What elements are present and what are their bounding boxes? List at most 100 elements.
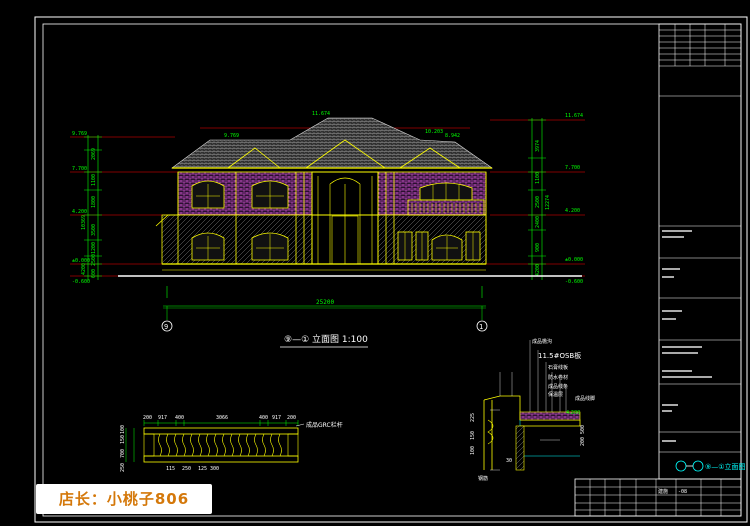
baluster <box>262 433 266 457</box>
baluster <box>182 433 186 457</box>
svg-text:±0.000: ±0.000 <box>565 257 583 263</box>
svg-text:150: 150 <box>120 435 126 444</box>
outer-frame <box>34 16 748 523</box>
left-dim-1: 1100 <box>91 174 97 186</box>
svg-text:225: 225 <box>470 413 476 422</box>
baluster <box>206 433 210 457</box>
right-dim-4: 900 <box>535 243 541 252</box>
svg-text:-0.600: -0.600 <box>565 279 583 285</box>
baluster-note: 成品GRC栏杆 <box>306 421 343 429</box>
right-dim-7: 12274 <box>545 195 551 210</box>
roof-level-3: 8.942 <box>445 133 460 139</box>
baluster <box>166 433 170 457</box>
left-dim-5: 2500 <box>91 254 97 266</box>
svg-text:-0.600: -0.600 <box>72 279 90 285</box>
svg-text:25200: 25200 <box>316 299 334 306</box>
watermark-number: 806 <box>154 490 190 508</box>
svg-text:100: 100 <box>120 425 126 434</box>
svg-text:成品线脚: 成品线脚 <box>575 395 595 402</box>
svg-text:成品檐沟: 成品檐沟 <box>532 338 552 345</box>
svg-text:⑨—① 立面图 1:100: ⑨—① 立面图 1:100 <box>284 333 368 345</box>
svg-text:700: 700 <box>120 449 126 458</box>
svg-text:500: 500 <box>580 425 586 434</box>
baluster <box>246 433 250 457</box>
sheet-title: ⑨—①立面图 <box>705 462 746 471</box>
svg-text:石膏线板: 石膏线板 <box>548 364 568 371</box>
svg-text:4.200: 4.200 <box>566 410 580 416</box>
svg-text:±0.000: ±0.000 <box>72 258 90 264</box>
baluster <box>270 433 274 457</box>
axis-left-label: 9 <box>164 323 168 331</box>
roof-level-1: 9.769 <box>224 133 239 139</box>
svg-text:300: 300 <box>210 466 219 472</box>
svg-text:200: 200 <box>287 415 296 421</box>
baluster <box>198 433 202 457</box>
baluster <box>190 433 194 457</box>
left-dim-3: 3500 <box>91 224 97 236</box>
svg-text:125: 125 <box>198 466 207 472</box>
baluster <box>230 433 234 457</box>
right-dim-5: 4200 <box>535 264 541 276</box>
baluster <box>214 433 218 457</box>
svg-text:11.674: 11.674 <box>565 113 583 119</box>
axis-right-label: 1 <box>479 323 483 331</box>
baluster <box>278 433 282 457</box>
svg-text:7.700: 7.700 <box>72 166 87 172</box>
axis-bubbles: 9 1 <box>161 306 488 332</box>
roof-level-2: 10.203 <box>425 129 443 135</box>
overall-dimension: 25200 <box>163 286 486 309</box>
watermark-label: 店长：小桃子806 <box>36 484 212 514</box>
right-level-marks: 11.674 7.700 4.200 ±0.000 -0.600 <box>565 113 583 285</box>
svg-text:400: 400 <box>259 415 268 421</box>
svg-text:917: 917 <box>272 415 281 421</box>
svg-text:200: 200 <box>143 415 152 421</box>
titleblock-label-1: 建施 <box>658 488 668 495</box>
baluster <box>222 433 226 457</box>
svg-text:200: 200 <box>580 437 586 446</box>
left-dim-0: 2069 <box>91 148 97 160</box>
left-dim-2: 1800 <box>91 196 97 208</box>
title-block: ⑨—①立面图 <box>658 23 746 480</box>
baluster <box>158 433 162 457</box>
svg-text:100: 100 <box>470 446 476 455</box>
svg-text:7.700: 7.700 <box>565 165 580 171</box>
svg-text:250: 250 <box>182 466 191 472</box>
svg-text:115: 115 <box>166 466 175 472</box>
left-dim-7: 600 <box>91 269 97 278</box>
roof-level-0: 11.674 <box>312 111 330 117</box>
baluster <box>174 433 178 457</box>
right-dim-3: 2400 <box>535 216 541 228</box>
baluster-detail: 200 917 400 3066 400 917 200 成品GRC栏杆 115… <box>120 415 343 472</box>
right-dim-2: 2500 <box>535 196 541 208</box>
svg-text:成品线条: 成品线条 <box>548 383 568 390</box>
bottom-title-strip: 建施 -08 <box>574 478 742 517</box>
svg-text:防水卷材: 防水卷材 <box>548 374 568 381</box>
right-dim-1: 1100 <box>535 172 541 184</box>
cad-drawing: ⑨—①立面图 建施 -08 2069 1100 1800 10369 3500 <box>34 16 748 523</box>
main-caption: ⑨—① 立面图 1:100 <box>280 333 368 348</box>
left-dim-8: 10369 <box>81 215 87 230</box>
left-dim-6: 4200 <box>81 263 87 275</box>
building-elevation: 11.674 9.769 10.203 8.942 <box>118 111 582 277</box>
svg-text:3066: 3066 <box>216 415 228 421</box>
svg-text:250: 250 <box>120 463 126 472</box>
cornice-section-detail: 成品檐沟 11.5#OSB板 石膏线板 防水卷材 成品线条 保温层 成品线脚 4… <box>470 338 595 482</box>
baluster <box>254 433 258 457</box>
watermark-text: 店长：小桃子 <box>58 490 155 508</box>
svg-text:9.769: 9.769 <box>72 131 87 137</box>
svg-text:30: 30 <box>506 458 512 464</box>
svg-text:4.200: 4.200 <box>565 208 580 214</box>
left-dim-4: 1200 <box>91 242 97 254</box>
right-dim-0: 3974 <box>535 140 541 152</box>
svg-text:保温层: 保温层 <box>548 391 563 398</box>
svg-text:917: 917 <box>158 415 167 421</box>
baluster <box>238 433 242 457</box>
svg-text:4.200: 4.200 <box>72 209 87 215</box>
svg-text:钢筋: 钢筋 <box>478 475 488 482</box>
svg-text:11.5#OSB板: 11.5#OSB板 <box>538 351 581 360</box>
titleblock-label-2: -08 <box>678 489 687 495</box>
cad-drawing-sheet: ⑨—①立面图 建施 -08 2069 1100 1800 10369 3500 <box>0 0 750 526</box>
svg-text:150: 150 <box>470 431 476 440</box>
svg-text:400: 400 <box>175 415 184 421</box>
left-level-marks: 9.769 7.700 4.200 ±0.000 -0.600 <box>72 131 90 285</box>
